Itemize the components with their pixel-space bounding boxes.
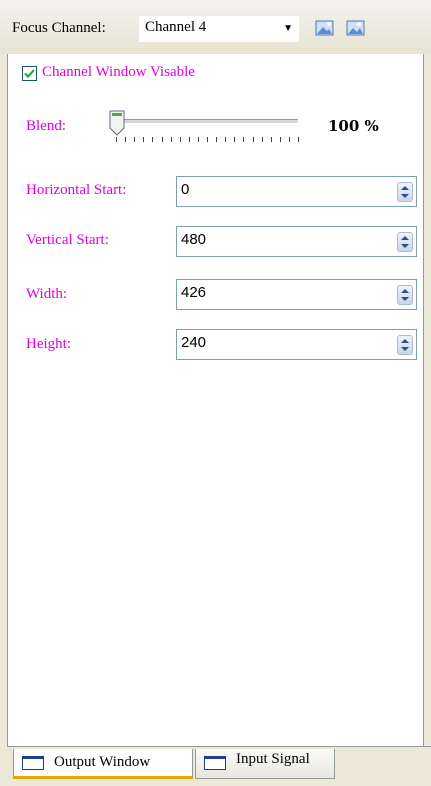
slider-tick xyxy=(152,137,154,142)
properties-panel xyxy=(7,54,424,746)
window-icon xyxy=(22,756,44,770)
channel-dropdown-value: Channel 4 xyxy=(145,19,207,35)
window-icon xyxy=(204,756,226,770)
toolbar: Focus Channel: Channel 4 ▼ xyxy=(0,0,431,54)
slider-tick xyxy=(170,137,172,142)
blend-slider-thumb[interactable] xyxy=(108,110,126,136)
vertical-start-value: 480 xyxy=(181,231,207,248)
slider-tick xyxy=(134,137,136,142)
picture-icon[interactable] xyxy=(315,19,335,37)
width-value: 426 xyxy=(181,284,207,301)
slider-tick xyxy=(288,137,290,142)
slider-tick xyxy=(243,137,245,142)
horizontal-start-value: 0 xyxy=(181,181,190,198)
tab-output-window[interactable]: Output Window xyxy=(13,749,193,779)
blend-label: Blend: xyxy=(26,118,66,134)
slider-tick xyxy=(252,137,254,142)
width-input[interactable]: 426 xyxy=(176,279,417,310)
blend-slider-ticks xyxy=(116,137,300,145)
channel-window-visible-label: Channel Window Visable xyxy=(42,64,195,80)
spinner-icon[interactable] xyxy=(397,232,413,252)
slider-tick xyxy=(216,137,218,142)
slider-tick xyxy=(207,137,208,142)
slider-tick xyxy=(234,137,236,142)
width-label: Width: xyxy=(26,286,68,302)
height-input[interactable]: 240 xyxy=(176,329,417,360)
slider-tick xyxy=(143,137,145,142)
slider-tick xyxy=(197,137,199,142)
chevron-down-icon[interactable]: ▼ xyxy=(283,23,293,34)
spinner-icon[interactable] xyxy=(397,335,413,355)
vertical-start-input[interactable]: 480 xyxy=(176,226,417,257)
slider-tick xyxy=(270,137,272,142)
slider-tick xyxy=(161,137,163,142)
height-value: 240 xyxy=(181,334,207,351)
vertical-start-label: Vertical Start: xyxy=(26,232,109,248)
height-label: Height: xyxy=(26,336,71,352)
spinner-icon[interactable] xyxy=(397,285,413,305)
tab-label: Input Signal xyxy=(236,751,310,767)
bottom-tab-bar: Output Window Input Signal xyxy=(7,746,431,786)
checkmark-icon xyxy=(24,69,35,78)
tab-label: Output Window xyxy=(54,754,151,770)
spinner-icon[interactable] xyxy=(397,182,413,202)
slider-tick xyxy=(179,137,181,142)
blend-value: 100 % xyxy=(328,117,379,135)
tab-input-signal[interactable]: Input Signal xyxy=(195,749,335,779)
checkbox-box[interactable] xyxy=(22,66,37,81)
picture-icon[interactable] xyxy=(346,19,366,37)
slider-tick xyxy=(188,137,190,142)
blend-slider-track[interactable] xyxy=(118,119,298,124)
horizontal-start-input[interactable]: 0 xyxy=(176,176,417,207)
slider-tick xyxy=(279,137,281,142)
slider-tick xyxy=(116,137,117,142)
slider-tick xyxy=(261,137,263,142)
slider-tick xyxy=(225,137,227,142)
channel-dropdown[interactable]: Channel 4 ▼ xyxy=(139,16,299,42)
slider-tick xyxy=(125,137,127,142)
horizontal-start-label: Horizontal Start: xyxy=(26,182,127,198)
slider-tick xyxy=(298,137,299,142)
focus-channel-label: Focus Channel: xyxy=(12,20,106,36)
